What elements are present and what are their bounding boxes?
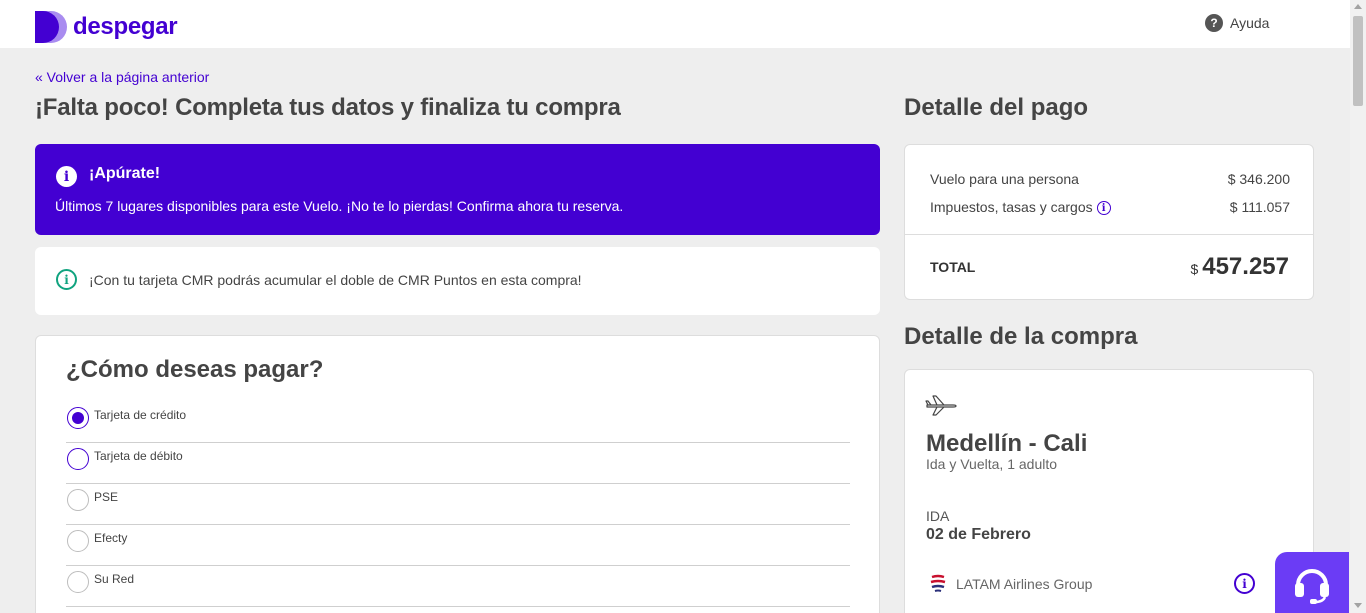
summary-row-taxes: Impuestos, tasas y cargos i $ 111.057: [930, 199, 1290, 216]
leg-label: IDA: [926, 508, 950, 524]
payment-option-debit-card[interactable]: Tarjeta de débito: [66, 443, 850, 484]
radio-su-red[interactable]: [67, 571, 89, 593]
leg-date: 02 de Febrero: [926, 526, 1031, 543]
despegar-logo[interactable]: despegar: [35, 11, 178, 43]
scroll-down-icon[interactable]: [1354, 603, 1362, 608]
scroll-up-icon[interactable]: [1354, 4, 1362, 9]
airplane-icon: [925, 395, 957, 416]
page-title: ¡Falta poco! Completa tus datos y finali…: [35, 94, 621, 121]
payment-option-pse[interactable]: PSE: [66, 484, 850, 525]
payment-detail-title: Detalle del pago: [904, 94, 1089, 121]
radio-efecty[interactable]: [67, 530, 89, 552]
trip-type: Ida y Vuelta, 1 adulto: [926, 456, 1058, 472]
radio-credit-card[interactable]: [67, 407, 89, 429]
radio-debit-card[interactable]: [67, 448, 89, 470]
payment-title: ¿Cómo deseas pagar?: [66, 356, 324, 383]
purchase-detail-title: Detalle de la compra: [904, 323, 1138, 350]
back-link[interactable]: « Volver a la página anterior: [35, 69, 209, 85]
info-icon: i: [56, 166, 77, 187]
total-label: TOTAL: [930, 259, 976, 275]
summary-row-amount: $ 346.200: [1227, 171, 1290, 187]
summary-row-label: Vuelo para una persona: [930, 171, 1079, 187]
total-value: 457.257: [1202, 253, 1289, 280]
summary-row-flight: Vuelo para una persona $ 346.200: [930, 171, 1290, 187]
purchase-detail-card: Medellín - Cali Ida y Vuelta, 1 adulto I…: [904, 369, 1314, 613]
question-icon: ?: [1205, 14, 1223, 32]
cmr-info-text: ¡Con tu tarjeta CMR podrás acumular el d…: [89, 272, 582, 288]
payment-method-section: ¿Cómo deseas pagar? Tarjeta de crédito T…: [35, 335, 880, 613]
headset-icon: [1295, 568, 1329, 604]
airline-name: LATAM Airlines Group: [956, 576, 1093, 592]
taxes-info-icon[interactable]: i: [1096, 201, 1111, 216]
payment-option-label: Su Red: [94, 572, 135, 586]
payment-option-label: PSE: [94, 490, 119, 504]
despegar-logo-icon: [35, 11, 67, 43]
summary-row-label: Impuestos, tasas y cargos: [930, 199, 1093, 215]
route-title: Medellín - Cali: [926, 430, 1088, 457]
alert-text: Últimos 7 lugares disponibles para este …: [55, 198, 624, 214]
support-chat-button[interactable]: [1275, 552, 1349, 613]
urgency-alert: i ¡Apúrate! Últimos 7 lugares disponible…: [35, 144, 880, 235]
total-currency: $: [1190, 261, 1199, 277]
header: despegar ? Ayuda: [0, 0, 1350, 48]
help-link[interactable]: ? Ayuda: [1205, 14, 1269, 32]
payment-option-label: Tarjeta de crédito: [94, 408, 187, 422]
payment-option-credit-card[interactable]: Tarjeta de crédito: [66, 402, 850, 443]
payment-option-su-red[interactable]: Su Red: [66, 566, 850, 607]
radio-pse[interactable]: [67, 489, 89, 511]
total-amount: $457.257: [1190, 253, 1289, 281]
payment-option-label: Efecty: [94, 531, 128, 545]
payment-option-label: Tarjeta de débito: [94, 449, 183, 463]
scroll-thumb[interactable]: [1353, 16, 1363, 106]
scrollbar[interactable]: [1350, 0, 1366, 613]
info-icon: i: [56, 269, 77, 290]
cmr-info-banner: i ¡Con tu tarjeta CMR podrás acumular el…: [35, 247, 880, 315]
brand-name: despegar: [73, 13, 178, 40]
payment-summary: Vuelo para una persona $ 346.200 Impuest…: [904, 144, 1314, 300]
help-label: Ayuda: [1230, 15, 1270, 31]
payment-option-efecty[interactable]: Efecty: [66, 525, 850, 566]
airline-info-icon[interactable]: i: [1234, 573, 1255, 594]
airline-row: LATAM Airlines Group: [930, 573, 1092, 595]
summary-row-amount: $ 111.057: [1229, 199, 1290, 215]
latam-logo-icon: [930, 574, 946, 592]
alert-title: ¡Apúrate!: [89, 165, 161, 182]
summary-divider: [905, 234, 1313, 235]
